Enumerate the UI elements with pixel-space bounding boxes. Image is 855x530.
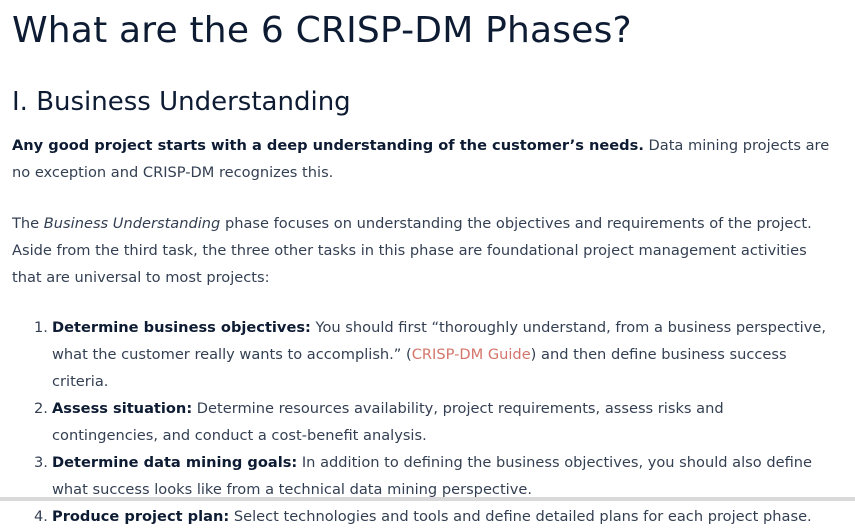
p2-italic-text: Business Understanding: [43, 215, 221, 232]
list-number: 4.: [34, 508, 48, 525]
list-item-text: Select technologies and tools and define…: [229, 508, 812, 525]
list-number: 2.: [34, 400, 48, 417]
intro-bold-text: Any good project starts with a deep unde…: [12, 137, 644, 154]
phase-description-paragraph: The Business Understanding phase focuses…: [12, 210, 832, 291]
list-number: 3.: [34, 454, 48, 471]
list-item-bold: Produce project plan:: [52, 508, 230, 525]
p2-text-before: The: [12, 215, 44, 232]
section-heading: I. Business Understanding: [12, 87, 351, 117]
list-item: 4. Produce project plan: Select technolo…: [12, 503, 832, 530]
horizontal-scrollbar[interactable]: [0, 497, 855, 501]
page-title: What are the 6 CRISP-DM Phases?: [12, 10, 632, 51]
crisp-dm-guide-link[interactable]: CRISP-DM Guide: [412, 346, 531, 363]
list-item: 3. Determine data mining goals: In addit…: [12, 449, 832, 503]
list-item: 2. Assess situation: Determine resources…: [12, 395, 832, 449]
list-item-bold: Determine business objectives:: [52, 319, 311, 336]
list-item-bold: Determine data mining goals:: [52, 454, 298, 471]
list-item-bold: Assess situation:: [52, 400, 193, 417]
list-number: 1.: [34, 319, 48, 336]
list-item: 1. Determine business objectives: You sh…: [12, 314, 832, 395]
intro-paragraph: Any good project starts with a deep unde…: [12, 132, 832, 186]
